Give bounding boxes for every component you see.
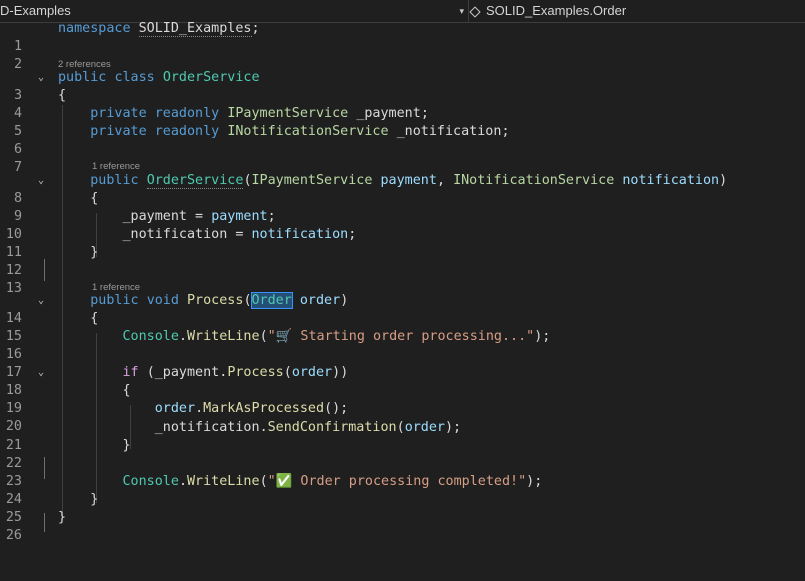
code-line[interactable]: 24 Console.WriteLine("✅ Order processing… [0, 473, 805, 507]
string-literal: "✅ Order processing completed!" [267, 474, 527, 489]
code-line[interactable]: 4 { [0, 87, 805, 121]
keyword: namespace [58, 21, 131, 36]
code-line[interactable]: 22 } [0, 437, 805, 471]
code-line[interactable]: 16 Console.WriteLine("🛒 Starting order p… [0, 328, 805, 362]
code-line[interactable]: 20 order.MarkAsProcessed(); [0, 400, 805, 434]
project-dropdown[interactable]: D-Examples ▾ [0, 0, 469, 22]
code-line[interactable]: 7 [0, 141, 805, 175]
code-line[interactable]: 14 ⌄ public void Process(Order order) [0, 292, 805, 326]
line-number: 26 [5, 528, 22, 543]
fold-chevron-icon[interactable]: ⌄ [38, 172, 48, 190]
code-line[interactable]: 10 _payment = payment; [0, 208, 805, 242]
code-line[interactable]: 18 ⌄ if (_payment.Process(order)) [0, 364, 805, 398]
code-editor[interactable]: 1 namespace SOLID_Examples; 2 2 referenc… [0, 20, 805, 543]
class-icon [470, 5, 482, 17]
constructor-name: OrderService [146, 173, 244, 189]
code-line[interactable]: 17 [0, 346, 805, 380]
fold-chevron-icon[interactable]: ⌄ [38, 364, 48, 382]
code-line[interactable]: 9 { [0, 190, 805, 224]
namespace-name: SOLID_Examples [138, 21, 252, 37]
code-line[interactable]: 23 [0, 455, 805, 489]
code-line[interactable]: 21 _notification.SendConfirmation(order)… [0, 419, 805, 453]
code-line[interactable]: 11 _notification = notification; [0, 226, 805, 260]
code-line[interactable]: 3 ⌄ public class OrderService [0, 69, 805, 103]
code-line[interactable]: 1 namespace SOLID_Examples; [0, 20, 805, 54]
code-line[interactable]: 8 ⌄ public OrderService(IPaymentService … [0, 172, 805, 206]
code-line[interactable]: 25 } [0, 491, 805, 525]
class-name: OrderService [162, 70, 260, 85]
project-name: D-Examples [0, 3, 71, 18]
code-line[interactable]: 5 private readonly IPaymentService _paym… [0, 105, 805, 139]
code-line[interactable]: 6 private readonly INotificationService … [0, 123, 805, 157]
member-dropdown[interactable]: SOLID_Examples.Order [470, 0, 626, 22]
code-line[interactable]: 2 [0, 38, 805, 72]
method-name: Process [187, 293, 244, 308]
highlighted-symbol[interactable]: Order [250, 292, 293, 309]
fold-chevron-icon[interactable]: ⌄ [38, 69, 48, 87]
member-name: SOLID_Examples.Order [486, 3, 627, 18]
chevron-down-icon[interactable]: ▾ [459, 0, 464, 22]
string-literal: "🛒 Starting order processing..." [267, 329, 535, 344]
fold-chevron-icon[interactable]: ⌄ [38, 292, 48, 310]
code-line[interactable]: 12 } [0, 244, 805, 278]
code-line[interactable]: 13 [0, 262, 805, 296]
code-line[interactable]: 19 { [0, 382, 805, 416]
code-line[interactable]: 26 } [0, 509, 805, 543]
code-line[interactable]: 15 { [0, 310, 805, 344]
